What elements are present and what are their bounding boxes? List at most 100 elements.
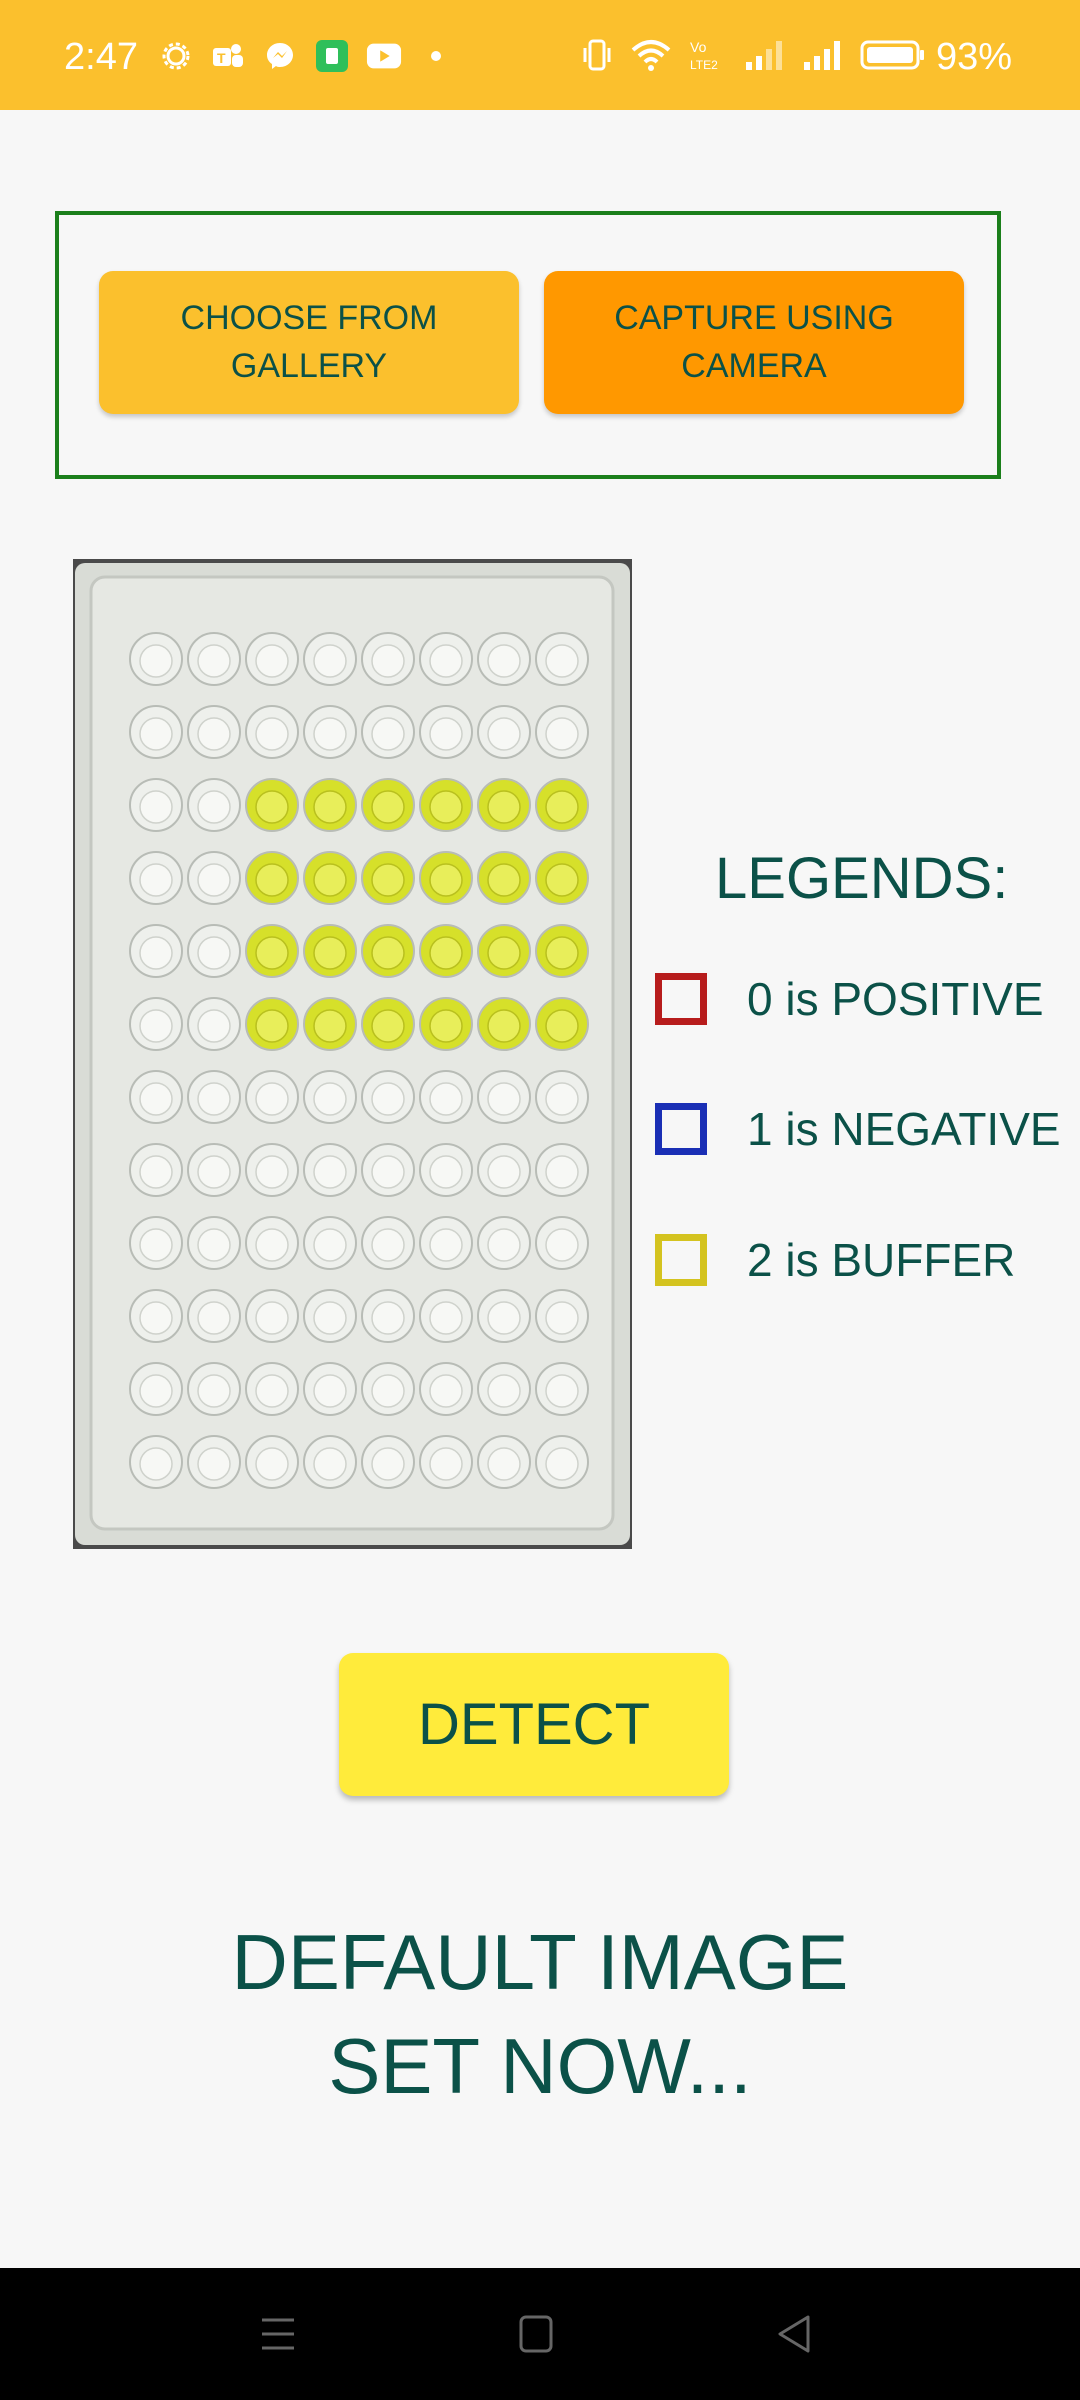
plate-well-center [313,1082,347,1116]
plate-well-center [255,790,289,824]
plate-well-center [371,644,405,678]
plate-well-center [429,644,463,678]
plate-well-center [197,1228,231,1262]
plate-well-center [545,1009,579,1043]
plate-well-center [487,1228,521,1262]
plate-well-center [197,863,231,897]
plate-well-center [255,1228,289,1262]
plate-well-center [545,1155,579,1189]
plate-well-center [487,863,521,897]
plate-well-center [197,790,231,824]
plate-well-center [487,1009,521,1043]
plate-well-center [139,1082,173,1116]
plate-well-center [487,1374,521,1408]
battery-icon [860,38,926,77]
settings-icon [158,38,194,74]
youtube-icon [366,38,402,74]
battery-percentage: 93% [936,36,1013,78]
legend-buffer-label: 2 is BUFFER [747,1234,1016,1286]
legends-title: LEGENDS: [715,846,1009,911]
plate-well-center [139,863,173,897]
plate-well-center [487,1301,521,1335]
legend-buffer-swatch [655,1234,707,1286]
home-nav-button[interactable] [506,2308,566,2360]
plate-well-center [313,1301,347,1335]
plate-well-center [429,1228,463,1262]
plate-well-center [313,1228,347,1262]
plate-well-center [487,1082,521,1116]
plate-well-center [313,1155,347,1189]
plate-well-center [313,936,347,970]
wifi-icon [630,38,672,77]
plate-well-center [139,1374,173,1408]
svg-text:Vo: Vo [690,39,707,55]
plate-well-center [139,790,173,824]
plate-well-center [487,644,521,678]
plate-well-center [139,717,173,751]
plate-well-center [197,1155,231,1189]
plate-well-center [545,1447,579,1481]
plate-well-center [371,790,405,824]
plate-well-center [371,1082,405,1116]
legend-negative-swatch [655,1103,707,1155]
plate-well-center [313,863,347,897]
plate-well-center [197,936,231,970]
detect-button[interactable]: DETECT [339,1653,729,1796]
plate-well-center [429,1301,463,1335]
plate-well-center [197,1082,231,1116]
plate-well-center [371,1374,405,1408]
plate-well-center [255,1301,289,1335]
plate-well-center [429,1082,463,1116]
plate-well-center [429,717,463,751]
plate-well-center [545,717,579,751]
vibrate-icon [582,38,612,77]
plate-well-center [197,1301,231,1335]
status-bar: 2:47 T Vo LTE2 93% [0,0,1080,110]
plate-well-center [545,644,579,678]
svg-text:T: T [217,50,226,66]
plate-well-center [545,936,579,970]
plate-well-center [197,1374,231,1408]
plate-well-center [487,1447,521,1481]
plate-well-center [545,863,579,897]
plate-well-center [313,1009,347,1043]
plate-well-center [545,790,579,824]
volte-icon: Vo LTE2 [690,38,726,77]
plate-well-center [545,1301,579,1335]
plate-well-center [313,717,347,751]
capture-using-camera-button[interactable]: CAPTURE USING CAMERA [544,271,964,414]
plate-well-center [197,1447,231,1481]
plate-well-center [371,717,405,751]
svg-text:LTE2: LTE2 [690,58,718,72]
plate-well-center [429,1009,463,1043]
plate-well-center [255,644,289,678]
dot-icon [418,38,454,74]
legend-positive-label: 0 is POSITIVE [747,973,1044,1025]
plate-well-center [487,790,521,824]
menu-nav-button[interactable] [248,2308,308,2360]
legend-item-buffer: 2 is BUFFER [655,1233,1015,1287]
plate-well-center [313,790,347,824]
plate-well-center [429,936,463,970]
plate-well-center [429,790,463,824]
capture-using-camera-label: CAPTURE USING CAMERA [614,298,894,385]
plate-image [73,559,632,1549]
home-icon [519,2315,553,2353]
plate-well-center [139,936,173,970]
notification-icons: T [158,38,454,74]
legend-positive-swatch [655,973,707,1025]
plate-well-center [139,1155,173,1189]
plate-well-center [313,644,347,678]
plate-well-center [255,1155,289,1189]
legend-item-positive: 0 is POSITIVE [655,972,1044,1026]
plate-well-center [371,1009,405,1043]
plate-well-center [487,717,521,751]
plate-well-center [139,1447,173,1481]
app-icon [314,38,350,74]
menu-icon [262,2318,294,2350]
signal-icon [744,38,784,77]
plate-well-center [487,1155,521,1189]
plate-well-center [255,1082,289,1116]
back-nav-button[interactable] [764,2308,824,2360]
choose-from-gallery-button[interactable]: CHOOSE FROM GALLERY [99,271,519,414]
